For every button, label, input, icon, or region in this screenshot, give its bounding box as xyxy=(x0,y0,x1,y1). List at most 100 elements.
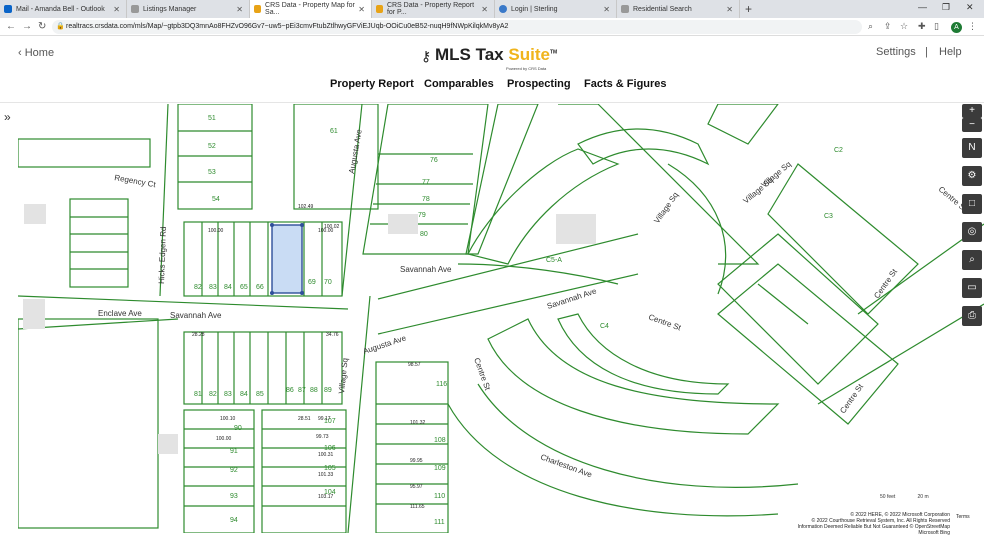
tab-label: CRS Data - Property Map for Sa... xyxy=(265,2,355,16)
star-icon[interactable]: ☆ xyxy=(900,21,908,32)
selected-parcel[interactable] xyxy=(271,224,303,294)
tab-listings[interactable]: Listings Manager ✕ xyxy=(127,0,250,18)
street-label: Savannah Ave xyxy=(546,286,598,311)
map-canvas[interactable]: 51 52 53 54 61 76 77 78 79 80 82 83 84 65 66 69 70 81 82 83… xyxy=(18,104,984,533)
terms-link[interactable]: Terms xyxy=(956,514,970,520)
lot-number: 109 xyxy=(434,465,446,472)
lot-number: 76 xyxy=(430,157,438,164)
close-icon[interactable]: ✕ xyxy=(603,5,610,14)
locate-icon[interactable]: ◎ xyxy=(962,222,982,242)
close-window-icon[interactable]: ✕ xyxy=(966,2,974,13)
lot-number: 85 xyxy=(256,391,264,398)
share-icon[interactable]: ⇪ xyxy=(884,21,892,32)
nav-prospecting[interactable]: Prospecting xyxy=(507,78,571,90)
sterling-icon xyxy=(499,5,507,13)
minimize-icon[interactable]: — xyxy=(918,2,927,12)
logo[interactable]: ⚷ MLS Tax SuiteTM Powered by CRS Data xyxy=(421,45,557,71)
tab-label: CRS Data - Property Report for P... xyxy=(386,2,475,16)
tab-sterling[interactable]: Login | Sterling ✕ xyxy=(495,0,617,18)
tab-label: Mail - Amanda Bell - Outlook xyxy=(16,5,105,13)
search-icon[interactable]: ⌕ xyxy=(962,250,982,270)
lot-number: 82 xyxy=(194,284,202,291)
logo-main: MLS Tax xyxy=(435,45,504,64)
zoom-icon[interactable]: ⌕ xyxy=(868,21,873,32)
maximize-icon[interactable]: ❐ xyxy=(942,2,950,13)
tab-outlook[interactable]: Mail - Amanda Bell - Outlook ✕ xyxy=(0,0,127,18)
page-icon xyxy=(131,5,139,13)
new-tab-icon[interactable]: + xyxy=(745,2,752,16)
menu-icon[interactable]: ⋮ xyxy=(968,21,977,32)
tab-property-report[interactable]: CRS Data - Property Report for P... ✕ xyxy=(372,0,495,18)
tab-label: Login | Sterling xyxy=(511,5,558,13)
nav-comparables[interactable]: Comparables xyxy=(424,78,494,90)
lot-dimension: 99.95 xyxy=(410,458,423,464)
extensions-icon[interactable]: ✚ xyxy=(918,21,926,32)
lot-number: 53 xyxy=(208,169,216,176)
expand-sidebar-icon[interactable]: » xyxy=(4,110,11,124)
lot-number: 94 xyxy=(230,517,238,524)
square-icon[interactable]: □ xyxy=(962,194,982,214)
close-icon[interactable]: ✕ xyxy=(113,5,120,14)
avatar[interactable]: A xyxy=(951,22,962,33)
street-label: Centre St xyxy=(472,357,492,393)
lot-number: C5-A xyxy=(546,257,562,264)
lot-dimension: 95.97 xyxy=(410,484,423,490)
parcel-lines xyxy=(18,104,984,533)
vertex-handle[interactable] xyxy=(300,223,304,227)
home-label: Home xyxy=(24,47,55,59)
zoom-in-icon[interactable]: + xyxy=(962,104,982,118)
lot-number: 88 xyxy=(310,387,318,394)
browser-tab-bar: Mail - Amanda Bell - Outlook ✕ Listings M… xyxy=(0,0,984,18)
forward-icon[interactable]: → xyxy=(22,21,32,32)
zoom-out-icon[interactable]: − xyxy=(962,118,982,132)
lot-number: 83 xyxy=(209,284,217,291)
attribution-line: Information Deemed Reliable But Not Guar… xyxy=(797,524,950,536)
street-label: Regency Ct xyxy=(114,173,157,189)
street-label: Charleston Ave xyxy=(539,452,593,479)
street-label: Savannah Ave xyxy=(170,311,222,320)
url-field[interactable]: 🔒 realtracs.crsdata.com/mls/Map/~gtpb3DQ3… xyxy=(52,20,862,34)
scale-label: 50 feet xyxy=(880,494,896,500)
lot-number: 80 xyxy=(420,231,428,238)
crs-icon xyxy=(254,5,262,13)
help-link[interactable]: Help xyxy=(939,46,962,58)
ruler-icon[interactable]: ▭ xyxy=(962,278,982,298)
street-label: Augusta Ave xyxy=(347,128,364,174)
street-label: Village Sq xyxy=(337,358,350,395)
lot-number: C2 xyxy=(834,147,843,154)
back-icon[interactable]: ← xyxy=(6,21,16,32)
home-link[interactable]: ‹ Home xyxy=(18,47,54,59)
lot-number: 86 xyxy=(286,387,294,394)
close-icon[interactable]: ✕ xyxy=(726,5,733,14)
settings-link[interactable]: Settings xyxy=(876,46,916,58)
lot-dimension: 103.17 xyxy=(318,494,334,500)
nav-property-report[interactable]: Property Report xyxy=(330,78,414,90)
parcel-map[interactable]: 51 52 53 54 61 76 77 78 79 80 82 83 84 65 66 69 70 81 82 83… xyxy=(18,104,984,533)
lot-number: 84 xyxy=(240,391,248,398)
close-icon[interactable]: ✕ xyxy=(481,5,488,14)
lot-number: 105 xyxy=(324,465,336,472)
tab-property-map[interactable]: CRS Data - Property Map for Sa... ✕ xyxy=(250,0,372,18)
reload-icon[interactable]: ↻ xyxy=(38,21,46,32)
nav-facts-figures[interactable]: Facts & Figures xyxy=(584,78,667,90)
close-icon[interactable]: ✕ xyxy=(358,5,365,14)
lot-dimension: 98.57 xyxy=(408,362,421,368)
street-label: Savannah Ave xyxy=(400,265,452,274)
lot-dimension: 101.32 xyxy=(410,420,426,426)
close-icon[interactable]: ✕ xyxy=(236,5,243,14)
vertex-handle[interactable] xyxy=(270,291,274,295)
tab-label: Residential Search xyxy=(633,5,692,13)
outlook-icon xyxy=(4,5,12,13)
vertex-handle[interactable] xyxy=(300,291,304,295)
lot-dimension: 111.65 xyxy=(410,504,425,510)
lock-icon: 🔒 xyxy=(56,23,65,30)
lot-number: 52 xyxy=(208,143,216,150)
lot-number: 69 xyxy=(308,279,316,286)
print-icon[interactable]: ⎙ xyxy=(962,306,982,326)
sidebar-icon[interactable]: ▯ xyxy=(934,21,939,32)
compass-icon[interactable]: N xyxy=(962,138,982,158)
tab-residential[interactable]: Residential Search ✕ xyxy=(617,0,740,18)
lot-number: 116 xyxy=(436,381,447,388)
gear-icon[interactable]: ⚙ xyxy=(962,166,982,186)
vertex-handle[interactable] xyxy=(270,223,274,227)
